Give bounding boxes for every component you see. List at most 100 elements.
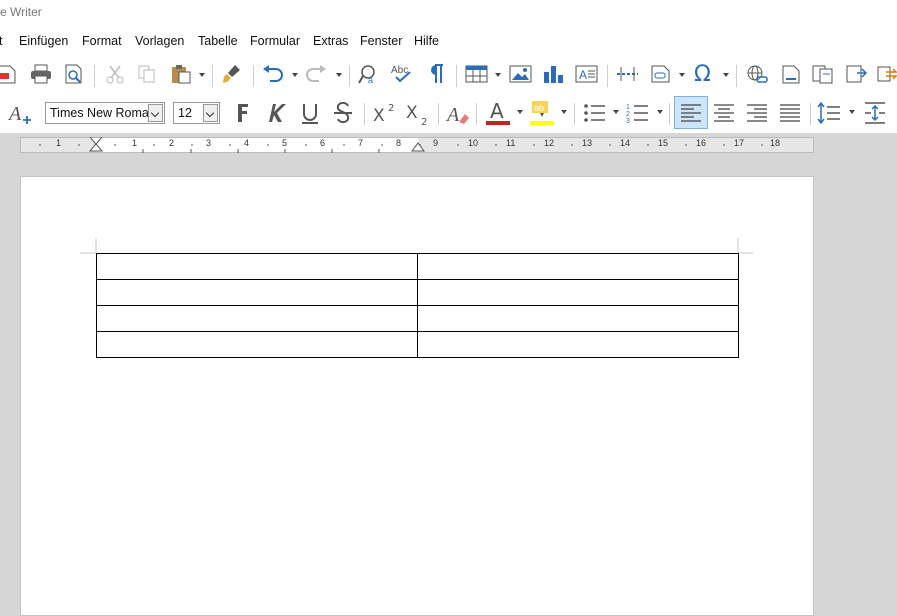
table-cell[interactable] — [96, 253, 418, 280]
svg-text:X: X — [406, 103, 418, 123]
menu-edit[interactable]: t — [0, 34, 2, 48]
table-cell[interactable] — [96, 279, 418, 306]
insert-special-character-button[interactable]: Ω — [690, 58, 718, 88]
redo-button[interactable] — [304, 59, 328, 89]
svg-text:A: A — [490, 99, 504, 123]
print-preview-button[interactable] — [63, 59, 85, 89]
clear-formatting-button[interactable]: A — [445, 98, 471, 128]
undo-dropdown-arrow[interactable] — [292, 73, 298, 77]
table-icon — [465, 65, 488, 83]
insert-footnote-button[interactable] — [778, 59, 804, 89]
redo-dropdown-arrow[interactable] — [336, 73, 342, 77]
table-cell[interactable] — [417, 305, 739, 332]
bold-button[interactable] — [230, 98, 256, 128]
menu-table[interactable]: Tabelle — [198, 34, 238, 48]
line-spacing-button[interactable] — [816, 98, 842, 128]
clear-formatting-icon: A — [445, 104, 469, 126]
numbered-list-button[interactable]: 123 — [625, 98, 651, 128]
document-table[interactable] — [96, 253, 739, 358]
insert-page-break-button[interactable] — [615, 59, 641, 89]
justify-button[interactable] — [777, 98, 803, 128]
numbered-list-dropdown-arrow[interactable] — [657, 110, 663, 114]
subscript-button[interactable]: X2 — [404, 98, 432, 128]
menu-format[interactable]: Format — [82, 34, 122, 48]
track-changes-button[interactable] — [876, 59, 897, 89]
menu-form[interactable]: Formular — [250, 34, 300, 48]
bold-icon — [238, 104, 248, 122]
menu-styles[interactable]: Vorlagen — [135, 34, 184, 48]
special-character-dropdown-arrow[interactable] — [723, 73, 729, 77]
bullet-list-button[interactable] — [582, 98, 608, 128]
separator — [253, 65, 254, 87]
separator — [438, 103, 439, 125]
ruler-ticks — [39, 137, 763, 153]
table-cell[interactable] — [417, 253, 739, 280]
svg-text:A: A — [579, 68, 587, 82]
separator — [364, 103, 365, 125]
style-a-icon: A — [8, 103, 31, 125]
separator — [607, 65, 608, 87]
insert-chart-button[interactable] — [540, 59, 566, 89]
line-spacing-dropdown-arrow[interactable] — [849, 110, 855, 114]
insert-table-button[interactable] — [464, 59, 490, 89]
menu-tools[interactable]: Extras — [313, 34, 348, 48]
font-size-combobox[interactable]: 12 — [173, 102, 220, 124]
table-cell[interactable] — [417, 279, 739, 306]
spelling-button[interactable]: Abc — [390, 58, 416, 88]
menu-insert[interactable]: Einfügen — [19, 34, 68, 48]
table-cell[interactable] — [96, 331, 418, 358]
italic-button[interactable] — [263, 98, 289, 128]
insert-hyperlink-button[interactable] — [744, 59, 770, 89]
track-changes-icon — [877, 66, 897, 82]
cut-button[interactable] — [104, 59, 126, 89]
paragraph-spacing-button[interactable] — [862, 98, 888, 128]
superscript-button[interactable]: X2 — [371, 98, 399, 128]
font-color-dropdown-arrow[interactable] — [517, 110, 523, 114]
textbox-icon: A — [575, 65, 598, 83]
table-cell[interactable] — [96, 305, 418, 332]
find-replace-button[interactable]: a — [358, 59, 382, 89]
strikethrough-icon — [334, 101, 352, 124]
highlight-dropdown-arrow[interactable] — [561, 110, 567, 114]
insert-table-dropdown-arrow[interactable] — [495, 73, 501, 77]
strikethrough-button[interactable] — [330, 98, 356, 128]
field-icon — [651, 65, 670, 83]
paragraph-style-button[interactable]: A — [8, 98, 34, 128]
table-cell[interactable] — [417, 331, 739, 358]
menu-help[interactable]: Hilfe — [414, 34, 439, 48]
svg-text:1: 1 — [626, 104, 630, 111]
paste-button[interactable] — [170, 59, 192, 89]
underline-icon — [302, 104, 318, 124]
clone-formatting-button[interactable] — [220, 59, 244, 89]
align-right-button[interactable] — [744, 98, 770, 128]
export-pdf-button[interactable] — [0, 59, 18, 89]
print-button[interactable] — [30, 59, 52, 89]
highlight-button[interactable]: ab — [528, 97, 556, 127]
insert-cross-reference-button[interactable] — [810, 59, 836, 89]
formatting-marks-button[interactable] — [424, 59, 448, 89]
print-preview-icon — [65, 64, 82, 84]
insert-field-dropdown-arrow[interactable] — [679, 73, 685, 77]
align-center-button[interactable] — [711, 98, 737, 128]
insert-image-button[interactable] — [508, 59, 534, 89]
svg-text:ab: ab — [534, 103, 544, 113]
align-left-button[interactable] — [674, 96, 708, 129]
copy-button[interactable] — [136, 59, 158, 89]
svg-text:2: 2 — [421, 117, 427, 126]
insert-field-button[interactable] — [648, 59, 674, 89]
copy-icon — [138, 65, 155, 83]
menu-bar: t Einfügen Format Vorlagen Tabelle Formu… — [0, 28, 897, 54]
insert-comment-button[interactable] — [844, 59, 870, 89]
font-name-dropdown-button[interactable] — [148, 104, 163, 122]
pilcrow-icon — [431, 64, 443, 83]
menu-window[interactable]: Fenster — [360, 34, 402, 48]
insert-textbox-button[interactable]: A — [574, 59, 600, 89]
undo-button[interactable] — [261, 59, 285, 89]
pdf-icon — [0, 65, 16, 84]
font-size-dropdown-button[interactable] — [203, 104, 218, 122]
bullet-list-dropdown-arrow[interactable] — [613, 110, 619, 114]
font-name-combobox[interactable]: Times New Roman — [45, 102, 165, 124]
font-color-button[interactable]: A — [484, 97, 512, 127]
underline-button[interactable] — [297, 98, 323, 128]
paste-dropdown-arrow[interactable] — [199, 73, 205, 77]
